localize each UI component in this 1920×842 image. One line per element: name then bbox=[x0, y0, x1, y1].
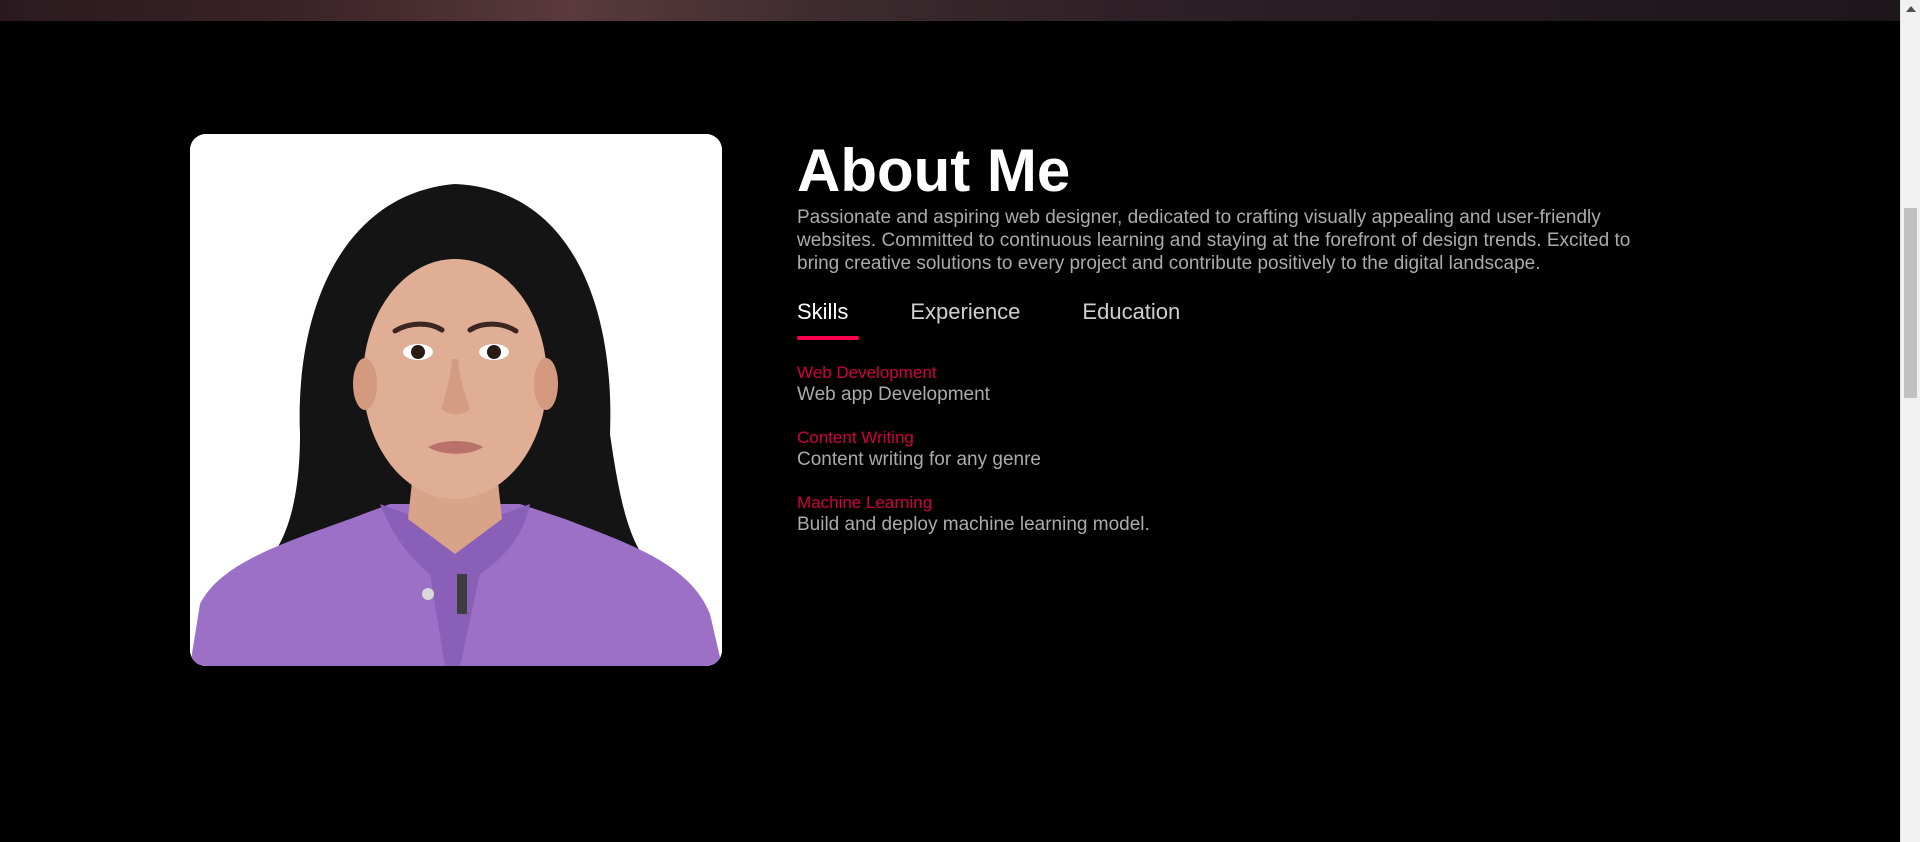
skills-list: Web Development Web app Development Cont… bbox=[797, 363, 1697, 537]
active-tab-indicator bbox=[797, 336, 859, 340]
list-item: Content Writing Content writing for any … bbox=[797, 428, 1697, 472]
list-item: Web Development Web app Development bbox=[797, 363, 1697, 407]
scroll-up-icon[interactable] bbox=[1906, 6, 1916, 12]
skill-description: Web app Development bbox=[797, 384, 990, 405]
profile-photo bbox=[190, 134, 722, 666]
vertical-scrollbar[interactable] bbox=[1900, 0, 1920, 842]
about-title: About Me bbox=[797, 137, 1071, 204]
page-viewport: About Me Passionate and aspiring web des… bbox=[0, 0, 1920, 842]
about-description: Passionate and aspiring web designer, de… bbox=[797, 207, 1631, 274]
list-item: Machine Learning Build and deploy machin… bbox=[797, 493, 1697, 537]
tab-education[interactable]: Education bbox=[1082, 299, 1180, 345]
tab-skills-label: Skills bbox=[797, 299, 849, 324]
skill-description: Content writing for any genre bbox=[797, 449, 1041, 470]
skill-description: Build and deploy machine learning model. bbox=[797, 514, 1150, 535]
about-content: About Me Passionate and aspiring web des… bbox=[797, 136, 1697, 558]
tab-experience[interactable]: Experience bbox=[910, 299, 1020, 345]
hero-image-edge bbox=[0, 0, 1900, 21]
scrollbar-thumb[interactable] bbox=[1904, 208, 1917, 398]
tab-skills[interactable]: Skills bbox=[797, 299, 859, 345]
tab-education-label: Education bbox=[1082, 299, 1181, 324]
skill-title: Content Writing bbox=[797, 428, 914, 447]
about-tabs: Skills Experience Education bbox=[797, 299, 1697, 345]
skill-title: Web Development bbox=[797, 363, 937, 382]
skill-title: Machine Learning bbox=[797, 493, 933, 512]
tab-experience-label: Experience bbox=[910, 299, 1021, 324]
about-section: About Me Passionate and aspiring web des… bbox=[0, 21, 1900, 842]
